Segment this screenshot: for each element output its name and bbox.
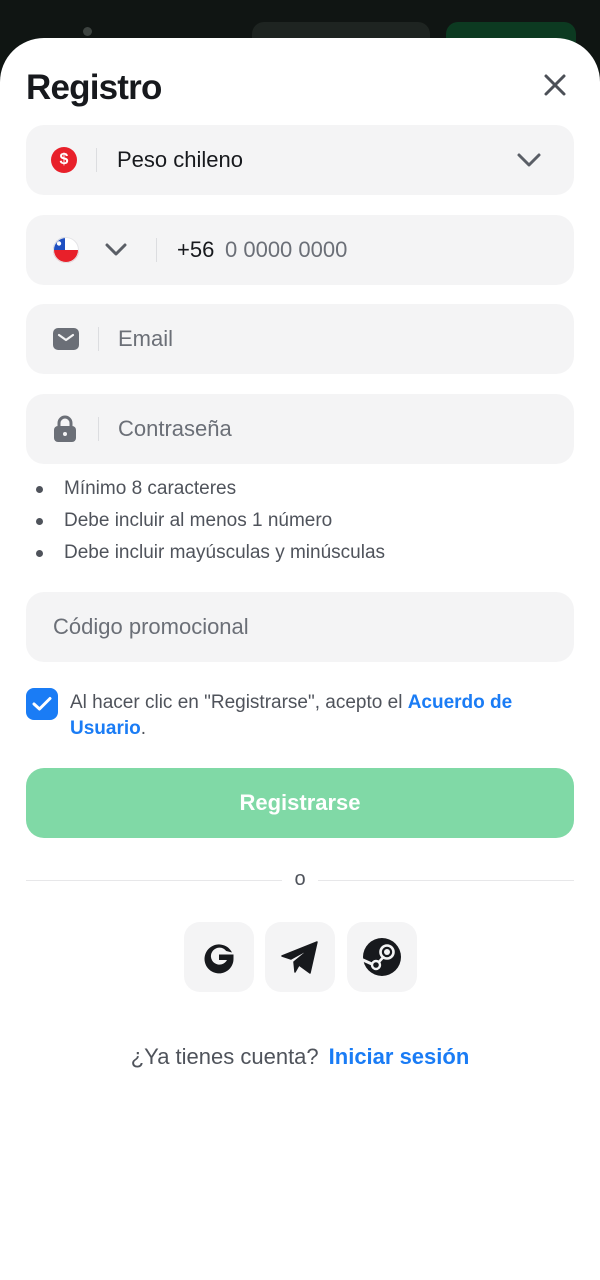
divider-label: o — [294, 868, 306, 890]
login-prompt-row: ¿Ya tienes cuenta? Iniciar sesión — [0, 1044, 600, 1070]
field-separator — [98, 327, 99, 351]
currency-badge-icon: $ — [50, 125, 78, 195]
field-separator — [156, 238, 157, 262]
phone-code: +56 — [177, 237, 215, 262]
bullet — [36, 486, 43, 493]
telegram-login-button[interactable] — [265, 922, 335, 992]
registration-sheet: Registro $ Peso chileno +56 0 0000 0000 … — [0, 38, 600, 1280]
google-login-button[interactable] — [184, 922, 254, 992]
password-rule: Debe incluir al menos 1 número — [34, 510, 385, 542]
modal-title: Registro — [26, 68, 162, 107]
currency-symbol: $ — [51, 147, 77, 173]
close-icon — [544, 74, 566, 96]
currency-value: Peso chileno — [117, 147, 243, 172]
login-link[interactable]: Iniciar sesión — [329, 1044, 470, 1069]
close-button[interactable] — [538, 68, 572, 102]
background-dot — [83, 27, 92, 36]
password-rule-text: Debe incluir mayúsculas y minúsculas — [64, 542, 386, 563]
steam-icon — [362, 938, 401, 976]
chile-flag-icon — [53, 237, 79, 263]
bullet — [36, 550, 43, 557]
login-prompt: ¿Ya tienes cuenta? — [130, 1044, 319, 1069]
phone-input[interactable]: 0 0000 0000 — [225, 215, 347, 285]
password-rule-text: Debe incluir al menos 1 número — [64, 510, 333, 531]
password-field[interactable]: Contraseña — [26, 394, 574, 464]
register-button[interactable]: Registrarse — [26, 768, 574, 838]
field-separator — [96, 148, 97, 172]
google-icon — [204, 944, 234, 974]
background-app — [0, 0, 600, 52]
field-separator — [98, 417, 99, 441]
checkmark-icon — [32, 697, 52, 711]
steam-login-button[interactable] — [347, 922, 417, 992]
currency-select[interactable]: $ Peso chileno — [26, 125, 574, 195]
email-field[interactable]: Email — [26, 304, 574, 374]
password-input[interactable]: Contraseña — [118, 394, 232, 464]
password-rule: Debe incluir mayúsculas y minúsculas — [34, 542, 385, 574]
phone-field[interactable]: +56 0 0000 0000 — [26, 215, 574, 285]
email-input[interactable]: Email — [118, 304, 173, 374]
bullet — [36, 518, 43, 525]
password-rule: Mínimo 8 caracteres — [34, 478, 385, 510]
divider-line — [26, 880, 282, 881]
terms-text: Al hacer clic en "Registrarse", acepto e… — [70, 690, 570, 742]
terms-period: . — [140, 718, 147, 739]
lock-icon — [52, 394, 78, 464]
chevron-down-icon — [516, 125, 542, 195]
chevron-down-icon[interactable] — [104, 215, 128, 285]
telegram-icon — [281, 941, 318, 974]
password-rule-text: Mínimo 8 caracteres — [64, 478, 237, 499]
terms-checkbox[interactable] — [26, 688, 58, 720]
divider-line — [318, 880, 574, 881]
promo-code-input[interactable]: Código promocional — [53, 592, 249, 662]
country-select[interactable] — [52, 215, 80, 285]
mail-icon — [52, 304, 80, 374]
terms-label: Al hacer clic en "Registrarse", acepto e… — [70, 692, 408, 713]
password-rules: Mínimo 8 caracteres Debe incluir al meno… — [34, 478, 385, 574]
promo-code-field[interactable]: Código promocional — [26, 592, 574, 662]
